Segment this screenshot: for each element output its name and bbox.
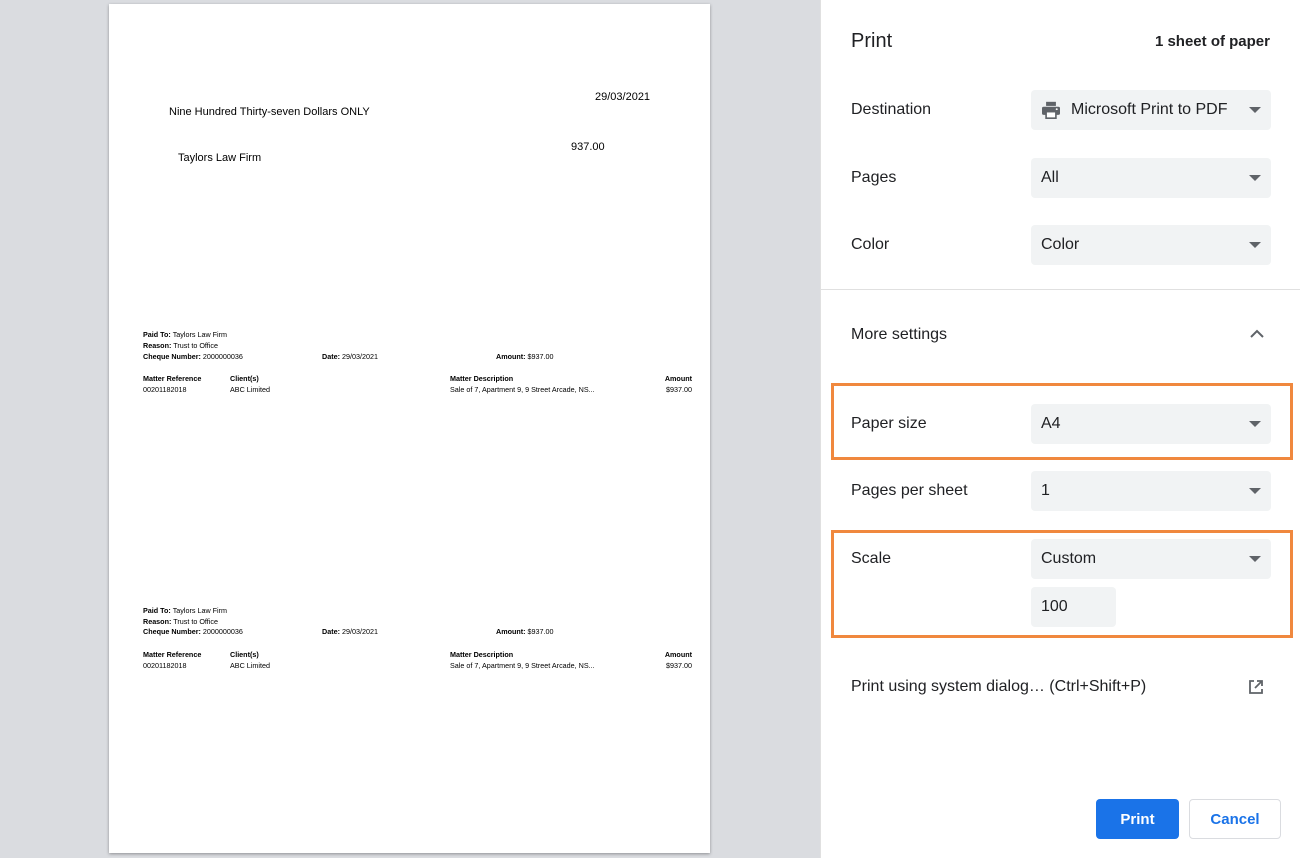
pages-label: Pages xyxy=(851,169,897,186)
color-label: Color xyxy=(851,236,890,253)
table-cell: Sale of 7, Apartment 9, 9 Street Arcade,… xyxy=(450,385,595,394)
pages-select[interactable]: All xyxy=(1031,158,1271,198)
remittance-block: Paid To: Taylors Law Firm Reason: Trust … xyxy=(109,606,710,676)
paper-size-label: Paper size xyxy=(851,415,927,432)
destination-label: Destination xyxy=(851,101,932,118)
printer-icon xyxy=(1042,101,1060,119)
table-cell: $937.00 xyxy=(666,661,692,670)
system-dialog-link[interactable]: Print using system dialog… (Ctrl+Shift+P… xyxy=(851,678,1146,696)
remittance-block: Paid To: Taylors Law Firm Reason: Trust … xyxy=(109,330,710,400)
paper-size-value: A4 xyxy=(1041,415,1061,432)
column-header: Matter Reference xyxy=(143,374,202,383)
cheque-amount: 937.00 xyxy=(571,141,605,153)
preview-page: 29/03/2021 Nine Hundred Thirty-seven Dol… xyxy=(109,4,710,853)
chevron-up-icon[interactable] xyxy=(1250,329,1264,339)
chevron-down-icon xyxy=(1249,488,1261,494)
reason-line: Reason: Trust to Office xyxy=(143,341,218,350)
table-cell: Sale of 7, Apartment 9, 9 Street Arcade,… xyxy=(450,661,595,670)
pages-per-sheet-value: 1 xyxy=(1041,482,1050,499)
paid-to-line: Paid To: Taylors Law Firm xyxy=(143,330,228,339)
color-value: Color xyxy=(1041,236,1080,253)
destination-select[interactable]: Microsoft Print to PDF xyxy=(1031,90,1271,130)
date-line: Date: 29/03/2021 xyxy=(322,352,378,361)
chevron-down-icon xyxy=(1249,242,1261,248)
amount-line: Amount: $937.00 xyxy=(496,627,554,636)
cheque-date: 29/03/2021 xyxy=(595,91,651,103)
reason-line: Reason: Trust to Office xyxy=(143,617,218,626)
table-cell: 00201182018 xyxy=(143,385,187,394)
column-header: Amount xyxy=(664,374,692,383)
amount-line: Amount: $937.00 xyxy=(496,352,554,361)
pages-value: All xyxy=(1041,169,1059,186)
table-cell: ABC Limited xyxy=(230,385,270,394)
scale-label: Scale xyxy=(851,550,892,567)
paid-to-line: Paid To: Taylors Law Firm xyxy=(143,606,228,615)
column-header: Matter Reference xyxy=(143,650,202,659)
table-cell: 00201182018 xyxy=(143,661,187,670)
chevron-down-icon xyxy=(1249,421,1261,427)
column-header: Client(s) xyxy=(230,650,259,659)
open-external-icon[interactable] xyxy=(1248,679,1264,695)
column-header: Matter Description xyxy=(450,650,514,659)
scale-select[interactable]: Custom xyxy=(1031,539,1271,579)
cheque-number-line: Cheque Number: 2000000036 xyxy=(143,627,243,636)
cheque-number-line: Cheque Number: 2000000036 xyxy=(143,352,243,361)
chevron-down-icon xyxy=(1249,175,1261,181)
print-preview-area: 29/03/2021 Nine Hundred Thirty-seven Dol… xyxy=(0,0,820,858)
column-header: Matter Description xyxy=(450,374,514,383)
column-header: Amount xyxy=(664,650,692,659)
chevron-down-icon xyxy=(1249,107,1261,113)
table-cell: $937.00 xyxy=(666,385,692,394)
column-header: Client(s) xyxy=(230,374,259,383)
destination-value: Microsoft Print to PDF xyxy=(1071,101,1228,118)
scale-value: Custom xyxy=(1041,550,1097,567)
paper-size-select[interactable]: A4 xyxy=(1031,404,1271,444)
print-settings-panel: Print 1 sheet of paper Destination Micro… xyxy=(820,0,1300,858)
sheet-count: 1 sheet of paper xyxy=(1154,33,1270,50)
more-settings-toggle[interactable]: More settings xyxy=(851,326,947,344)
chevron-down-icon xyxy=(1249,556,1261,562)
print-button[interactable]: Print xyxy=(1096,799,1179,839)
date-line: Date: 29/03/2021 xyxy=(322,627,378,636)
section-divider xyxy=(821,289,1300,290)
pages-per-sheet-label: Pages per sheet xyxy=(851,482,968,499)
cancel-button[interactable]: Cancel xyxy=(1189,799,1281,839)
table-cell: ABC Limited xyxy=(230,661,270,670)
cheque-amount-words: Nine Hundred Thirty-seven Dollars ONLY xyxy=(169,106,370,118)
color-select[interactable]: Color xyxy=(1031,225,1271,265)
scale-percent-input[interactable] xyxy=(1031,587,1116,627)
panel-title: Print xyxy=(851,30,893,52)
cheque-payee: Taylors Law Firm xyxy=(178,152,262,164)
pages-per-sheet-select[interactable]: 1 xyxy=(1031,471,1271,511)
